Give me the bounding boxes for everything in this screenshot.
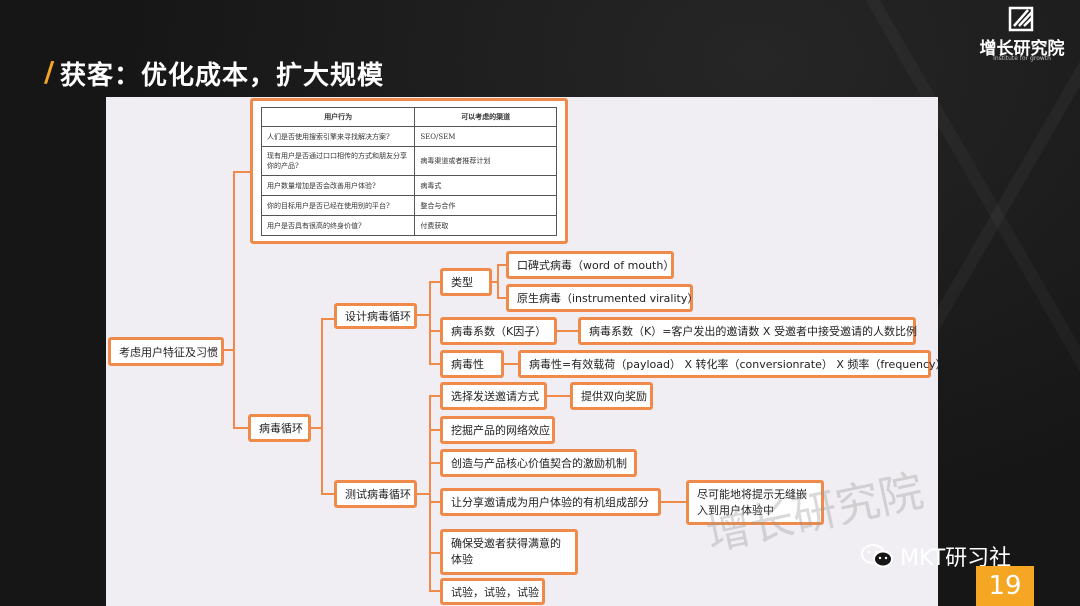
node-k-factor-definition: 病毒系数（K）=客户发出的邀请数 X 受邀者中接受邀请的人数比例	[578, 317, 917, 345]
table-cell: 病毒渠道或者推荐计划	[414, 146, 557, 176]
slide-title: 获客：优化成本，扩大规模	[60, 61, 385, 91]
table-cell: 你的目标用户是否已经在使用别的平台?	[260, 195, 416, 216]
table-row: 用户数量增加是否会改善用户体验? 病毒式	[260, 175, 557, 196]
table-header: 用户行为	[260, 107, 416, 127]
wechat-icon	[861, 544, 893, 568]
channel-table: 用户行为 可以考虑的渠道 人们是否使用搜索引擎来寻找解决方案? SEO/SEM …	[250, 98, 568, 244]
node-share-invite: 让分享邀请成为用户体验的有机组成部分	[440, 488, 661, 516]
table-row: 现有用户是否通过口口相传的方式和朋友分享你的产品? 病毒渠道或者推荐计划	[260, 146, 557, 176]
node-incentive: 创造与产品核心价值契合的激励机制	[440, 449, 637, 477]
table-cell: 现有用户是否通过口口相传的方式和朋友分享你的产品?	[260, 146, 416, 176]
table-row: 用户是否具有很高的终身价值? 付费获取	[260, 215, 557, 236]
table-cell: 用户数量增加是否会改善用户体验?	[260, 175, 416, 196]
node-viral-loop: 病毒循环	[248, 414, 311, 442]
node-type-wom: 口碑式病毒（word of mouth）	[506, 251, 674, 279]
node-types: 类型	[440, 268, 492, 296]
table-cell: 病毒式	[414, 175, 557, 196]
table-row: 人们是否使用搜索引擎来寻找解决方案? SEO/SEM	[260, 126, 557, 147]
node-test-loop: 测试病毒循环	[334, 480, 417, 508]
node-type-native: 原生病毒（instrumented virality）	[506, 284, 698, 312]
table-cell: 整合与合作	[414, 195, 557, 216]
mindmap-panel: 用户行为 可以考虑的渠道 人们是否使用搜索引擎来寻找解决方案? SEO/SEM …	[106, 97, 947, 606]
node-choose-invite: 选择发送邀请方式	[440, 382, 547, 410]
node-two-way-reward: 提供双向奖励	[570, 382, 653, 410]
table-header-row: 用户行为 可以考虑的渠道	[260, 107, 557, 127]
logo: 增长研究院 Institute for growth	[972, 6, 1072, 62]
title-slash: /	[44, 55, 55, 88]
table-cell: SEO/SEM	[414, 126, 557, 147]
node-k-factor: 病毒系数（K因子）	[440, 317, 557, 345]
node-satisfied: 确保受邀者获得满意的体验	[440, 529, 578, 575]
node-virality-definition: 病毒性=有效载荷（payload） X 转化率（conversionrate） …	[518, 350, 947, 378]
node-root: 考虑用户特征及习惯	[108, 337, 224, 366]
node-design-loop: 设计病毒循环	[334, 303, 417, 329]
table-cell: 人们是否使用搜索引擎来寻找解决方案?	[260, 126, 416, 147]
page-number: 19	[976, 566, 1034, 606]
table-row: 你的目标用户是否已经在使用别的平台? 整合与合作	[260, 195, 557, 216]
logo-mark-icon	[1008, 6, 1034, 32]
node-virality: 病毒性	[440, 350, 504, 378]
node-try: 试验，试验，试验	[440, 578, 545, 605]
channel-table-grid: 用户行为 可以考虑的渠道 人们是否使用搜索引擎来寻找解决方案? SEO/SEM …	[260, 107, 557, 236]
table-header: 可以考虑的渠道	[414, 107, 557, 127]
logo-subtitle: Institute for growth	[993, 55, 1051, 62]
table-cell: 用户是否具有很高的终身价值?	[260, 215, 416, 236]
table-cell: 付费获取	[414, 215, 557, 236]
node-network-effect: 挖掘产品的网络效应	[440, 416, 555, 444]
